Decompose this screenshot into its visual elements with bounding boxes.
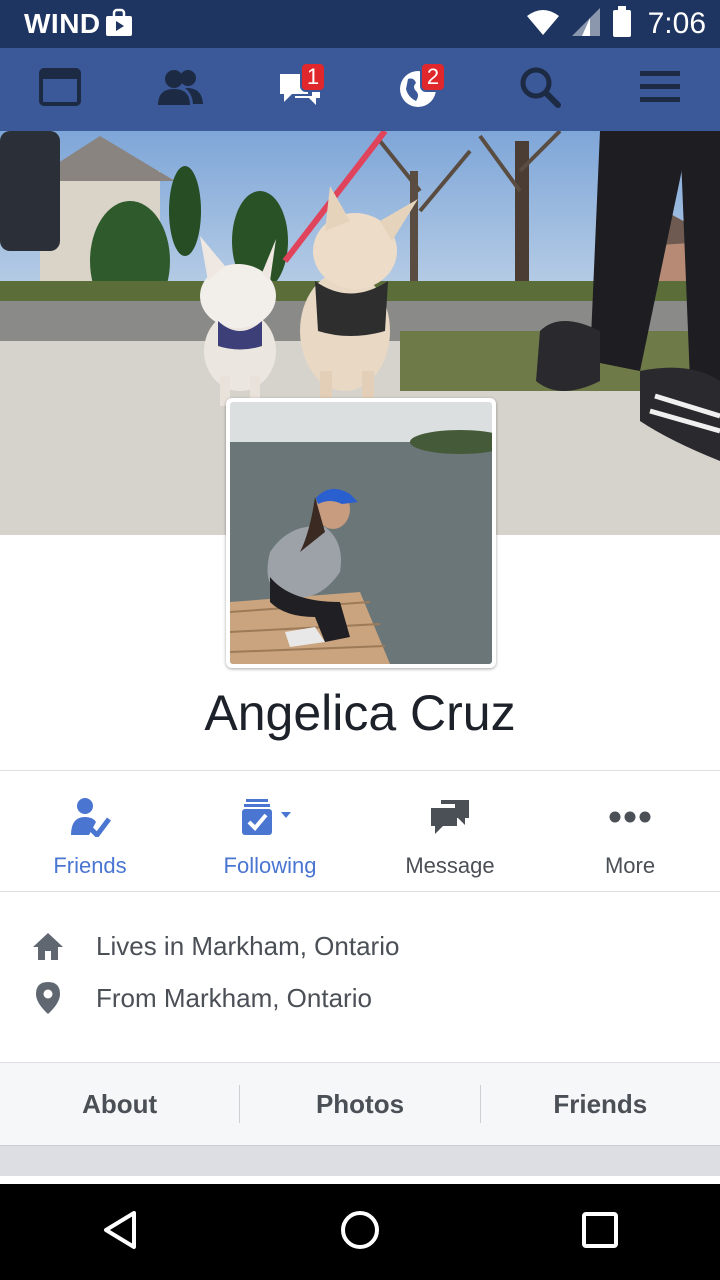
following-button-label: Following	[223, 853, 317, 878]
back-triangle-icon	[100, 1209, 140, 1256]
message-button[interactable]: Message	[360, 771, 540, 891]
carrier-label: WIND	[24, 8, 101, 39]
more-dots-icon	[608, 795, 652, 839]
home-circle-icon	[339, 1209, 381, 1256]
friends-button[interactable]: Friends	[0, 771, 180, 891]
friends-button-label: Friends	[53, 853, 127, 878]
menu-icon	[638, 69, 682, 110]
search-icon	[518, 65, 562, 114]
nav-messages[interactable]: 1	[270, 60, 330, 120]
friend-requests-icon	[155, 67, 205, 112]
top-navigation-bar: 1 2	[0, 48, 720, 131]
more-button-label: More	[604, 853, 656, 878]
profile-tabs: About Photos Friends	[0, 1062, 720, 1147]
profile-actions: Friends Following Message More	[0, 771, 720, 891]
nav-friend-requests[interactable]	[150, 60, 210, 120]
home-button[interactable]	[320, 1192, 400, 1272]
friends-check-icon	[69, 795, 111, 839]
content-background	[0, 1146, 720, 1176]
tab-friends[interactable]: Friends	[481, 1089, 720, 1120]
profile-picture[interactable]	[226, 398, 496, 668]
following-icon	[240, 795, 300, 839]
following-button[interactable]: Following	[180, 771, 360, 891]
battery-icon	[612, 5, 632, 43]
info-lives-in: Lives in Markham, Ontario	[0, 920, 720, 972]
tab-photos[interactable]: Photos	[240, 1089, 479, 1120]
info-from: From Markham, Ontario	[0, 972, 720, 1024]
nav-news-feed[interactable]	[30, 60, 90, 120]
nav-menu[interactable]	[630, 60, 690, 120]
wifi-icon	[526, 8, 560, 41]
nav-search[interactable]	[510, 60, 570, 120]
status-bar: WIND 7:06	[0, 0, 720, 48]
signal-icon	[570, 7, 602, 42]
shopping-bag-icon	[104, 8, 134, 38]
location-pin-icon	[0, 981, 96, 1015]
tab-about[interactable]: About	[0, 1089, 239, 1120]
intro-info: Lives in Markham, Ontario From Markham, …	[0, 920, 720, 1024]
notifications-badge: 2	[420, 61, 446, 92]
messages-badge: 1	[300, 61, 326, 92]
back-button[interactable]	[80, 1192, 160, 1272]
system-navigation-bar	[0, 1184, 720, 1280]
message-icon	[429, 795, 471, 839]
message-button-label: Message	[405, 853, 495, 878]
lives-in-text: Lives in Markham, Ontario	[96, 930, 400, 961]
news-feed-icon	[38, 67, 82, 112]
clock: 7:06	[647, 7, 706, 40]
divider	[0, 891, 720, 892]
nav-notifications[interactable]: 2	[390, 60, 450, 120]
more-button[interactable]: More	[540, 771, 720, 891]
home-icon	[0, 931, 96, 961]
recent-apps-square-icon	[581, 1211, 619, 1254]
recent-apps-button[interactable]	[560, 1192, 640, 1272]
profile-name: Angelica Cruz	[204, 685, 516, 741]
from-text: From Markham, Ontario	[96, 982, 372, 1013]
